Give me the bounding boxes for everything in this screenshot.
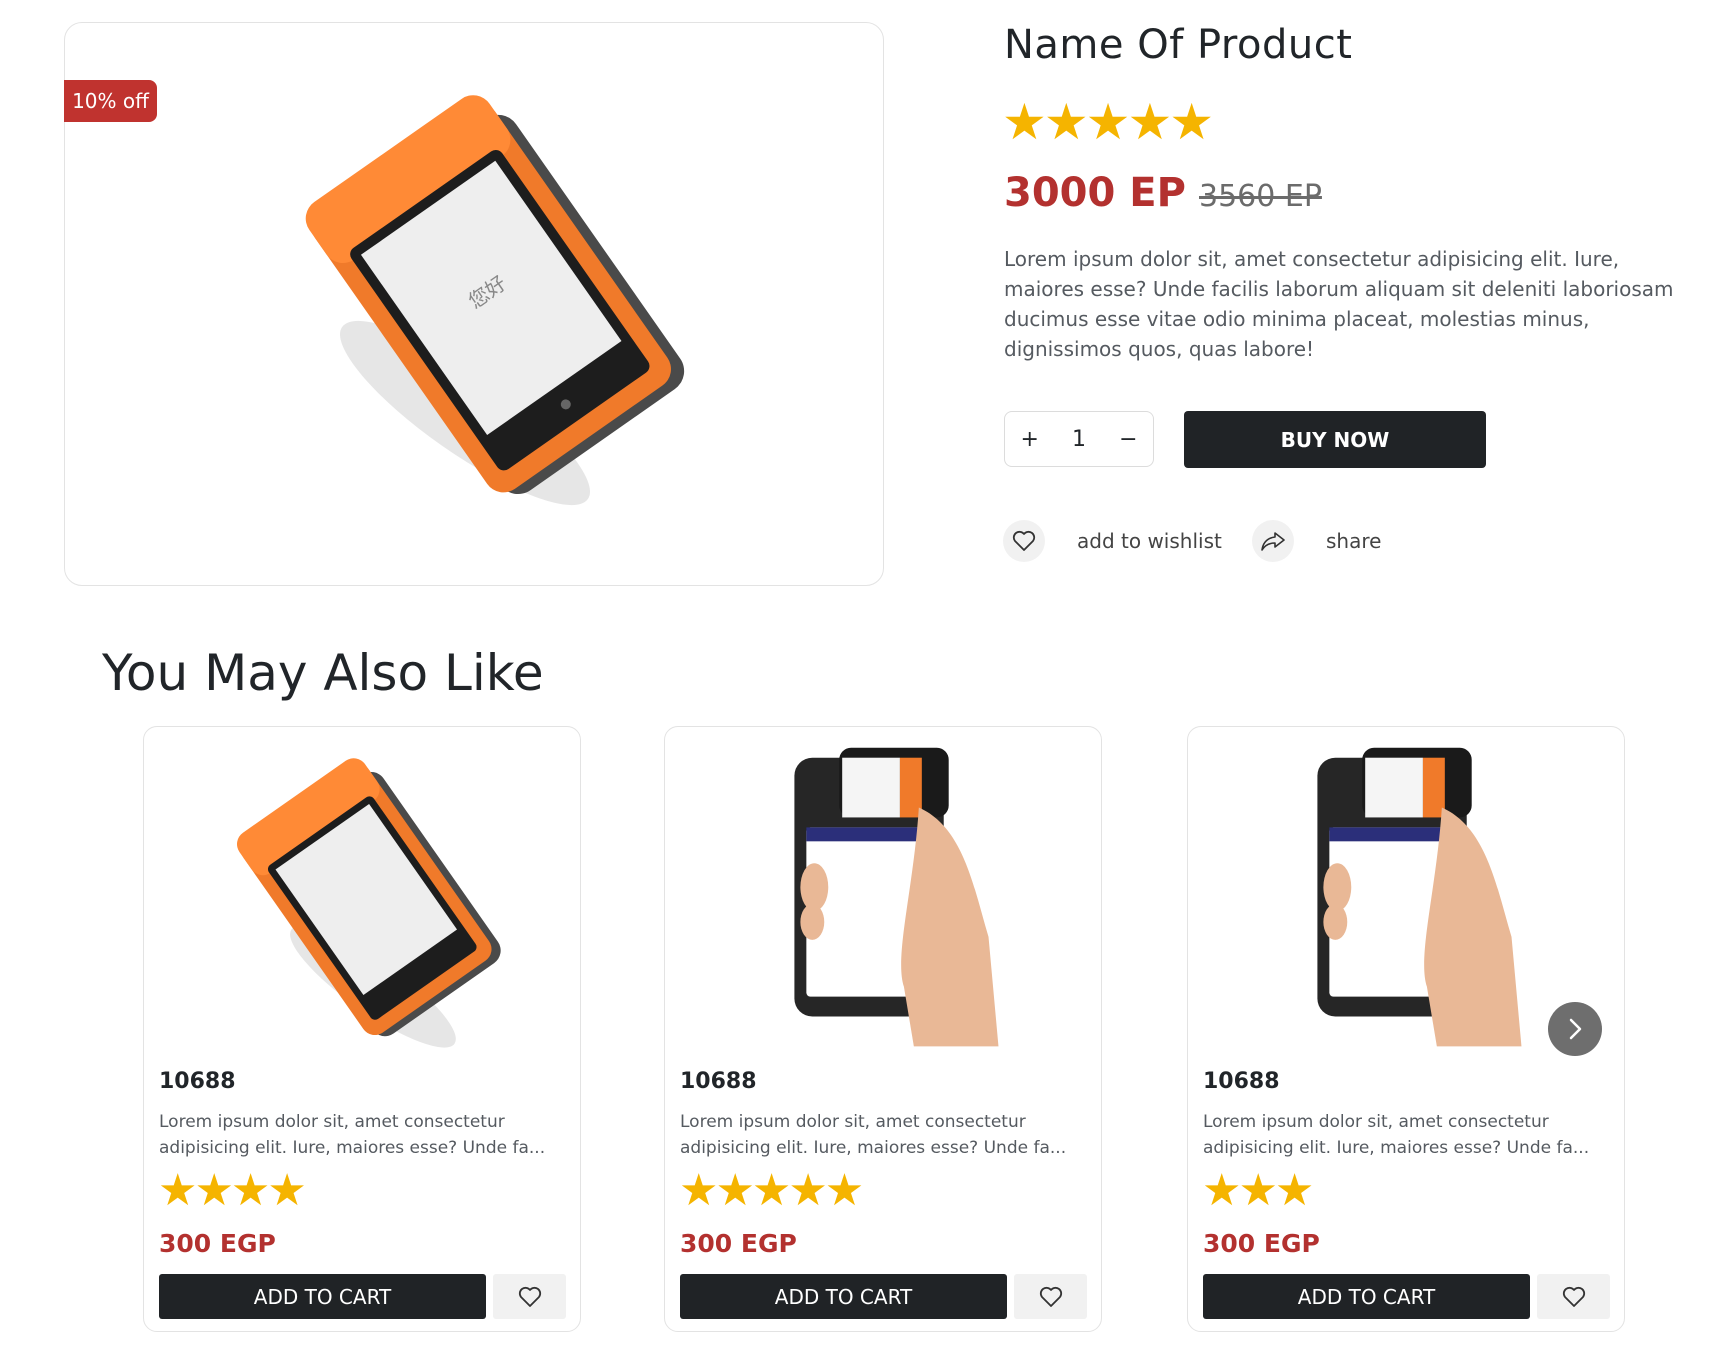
card-wishlist-button[interactable] xyxy=(493,1274,566,1319)
heart-icon xyxy=(1012,530,1036,551)
heart-icon xyxy=(1039,1286,1062,1307)
product-card-description: Lorem ipsum dolor sit, amet consectetur … xyxy=(1203,1112,1590,1158)
product-description: Lorem ipsum dolor sit, amet consectetur … xyxy=(1004,247,1674,361)
product-card-description: Lorem ipsum dolor sit, amet consectetur … xyxy=(680,1112,1067,1158)
carousel-next-button[interactable] xyxy=(1548,1002,1602,1056)
product-code: 10688 xyxy=(680,1069,757,1094)
heart-icon xyxy=(518,1286,541,1307)
product-title: Name Of Product xyxy=(1004,22,1353,68)
add-to-cart-button[interactable]: ADD TO CART xyxy=(159,1274,486,1319)
add-to-cart-button[interactable]: ADD TO CART xyxy=(1203,1274,1530,1319)
product-card[interactable]: 10688 Lorem ipsum dolor sit, amet consec… xyxy=(664,726,1102,1332)
old-price: 3560 EP xyxy=(1199,179,1322,214)
buy-now-button[interactable]: BUY NOW xyxy=(1184,411,1486,468)
product-image: 您好 xyxy=(305,95,685,506)
product-code: 10688 xyxy=(159,1069,236,1094)
card-wishlist-button[interactable] xyxy=(1537,1274,1610,1319)
wishlist-button[interactable] xyxy=(1003,520,1045,562)
heart-icon xyxy=(1562,1286,1585,1307)
share-button[interactable] xyxy=(1252,520,1294,562)
product-rating-stars: ★★★★★ xyxy=(1002,93,1214,151)
card-wishlist-button[interactable] xyxy=(1014,1274,1087,1319)
add-to-cart-button[interactable]: ADD TO CART xyxy=(680,1274,1007,1319)
product-card-price: 300 EGP xyxy=(680,1229,797,1258)
share-link[interactable]: share xyxy=(1326,529,1381,553)
quantity-decrement-button[interactable]: − xyxy=(1113,427,1143,452)
related-section-title: You May Also Like xyxy=(102,644,544,702)
product-card-stars: ★★★★ xyxy=(158,1165,307,1216)
current-price: 3000 EP xyxy=(1004,170,1186,216)
product-card-image xyxy=(237,758,501,1048)
product-card-description: Lorem ipsum dolor sit, amet consectetur … xyxy=(159,1112,546,1158)
product-card-image xyxy=(794,747,999,1047)
product-image-card: 您好 xyxy=(64,22,884,586)
share-icon xyxy=(1261,532,1285,551)
quantity-value[interactable]: 1 xyxy=(1064,427,1094,452)
product-card[interactable]: 10688 Lorem ipsum dolor sit, amet consec… xyxy=(143,726,581,1332)
quantity-increment-button[interactable]: + xyxy=(1015,427,1045,452)
chevron-right-icon xyxy=(1569,1018,1582,1040)
product-code: 10688 xyxy=(1203,1069,1280,1094)
discount-badge: 10% off xyxy=(64,80,157,122)
product-card-price: 300 EGP xyxy=(159,1229,276,1258)
product-card-stars: ★★★ xyxy=(1202,1165,1314,1216)
product-card-stars: ★★★★★ xyxy=(679,1165,864,1216)
price-row: 3000 EP 3560 EP xyxy=(1004,170,1322,216)
add-to-wishlist-link[interactable]: add to wishlist xyxy=(1077,529,1222,553)
product-card-price: 300 EGP xyxy=(1203,1229,1320,1258)
quantity-stepper: + 1 − xyxy=(1004,411,1154,467)
